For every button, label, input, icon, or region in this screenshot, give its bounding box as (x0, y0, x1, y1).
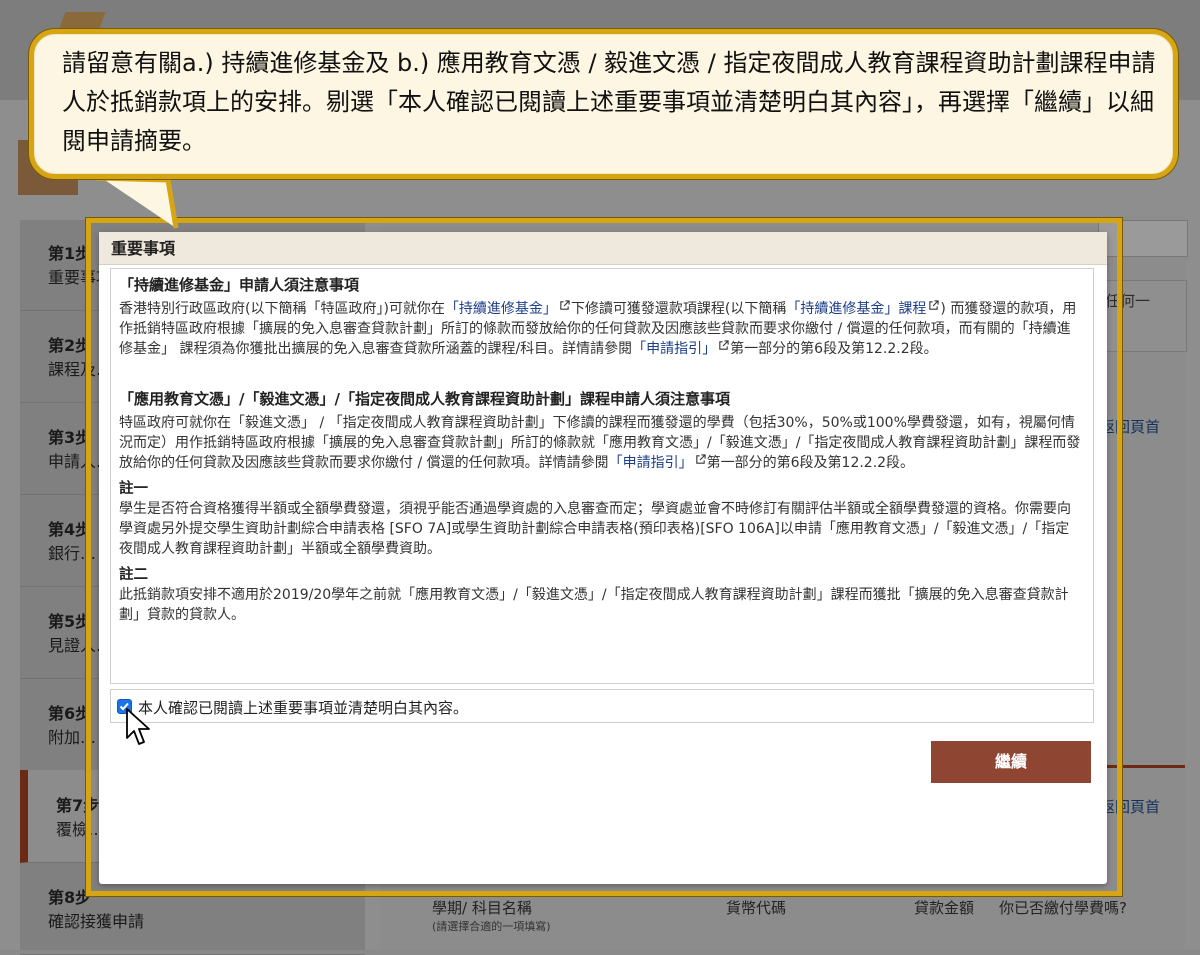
important-notice-dialog: 重要事項 「持續進修基金」申請人須注意事項 香港特別行政區政府(以下簡稱「特區政… (99, 232, 1107, 884)
step-number: 第1步 (48, 244, 92, 263)
external-link-icon (719, 340, 729, 350)
table-header-note: (請選擇合適的一項填寫) (432, 920, 551, 933)
table-header-currency: 貨幣代碼 (726, 899, 787, 917)
note-title: 註一 (119, 481, 148, 497)
guidance-notes-link[interactable]: 「申請指引」 (609, 455, 693, 471)
cef-course-link[interactable]: 「持續進修基金」課程 (786, 301, 926, 317)
text: 第一部分的第6段及第12.2.2段。 (706, 455, 915, 471)
step-number: 第6步 (48, 704, 92, 723)
table-header-term: 學期/ 科目名稱 (432, 899, 532, 917)
section-title: 「持續進修基金」申請人須注意事項 (119, 276, 360, 294)
note-title: 註二 (119, 567, 148, 583)
external-link-icon (560, 300, 570, 310)
text: 第一部分的第6段及第12.2.2段。 (730, 341, 938, 357)
note-text: 學生是否符合資格獲得半額或全額學費發還，須視乎能否通過學資處的入息審查而定；學資… (119, 501, 1071, 557)
dialog-title: 重要事項 (99, 232, 1107, 265)
note-text: 此抵銷款項安排不適用於2019/20學年之前就「應用教育文憑」/「毅進文憑」/「… (119, 587, 1069, 623)
section-title: 「應用教育文憑」/「毅進文憑」/「指定夜間成人教育課程資助計劃」課程申請人須注意… (119, 390, 730, 408)
text: 下修讀可獲發還款項課程(以下簡稱 (570, 301, 787, 317)
step-label: 確認接獲申請 (48, 912, 145, 931)
step-number: 第2步 (48, 336, 92, 355)
callout-tail (95, 174, 184, 229)
instruction-text: 請留意有關a.) 持續進修基金及 b.) 應用教育文憑 / 毅進文憑 / 指定夜… (62, 49, 1156, 155)
text: 香港特別行政區政府(以下簡稱「特區政府」)可就你在 (119, 301, 445, 317)
step-number: 第5步 (48, 612, 92, 631)
dialog-content: 「持續進修基金」申請人須注意事項 香港特別行政區政府(以下簡稱「特區政府」)可就… (110, 268, 1094, 684)
text: 特區政府可就你在「毅進文憑」 / 「指定夜間成人教育課程資助計劃」下修讀的課程而… (119, 415, 1081, 471)
step-number: 第8步 (48, 888, 92, 907)
confirm-label[interactable]: 本人確認已閱讀上述重要事項並清楚明白其內容。 (138, 697, 468, 718)
mouse-cursor-icon (126, 708, 150, 745)
step-number: 第3步 (48, 428, 92, 447)
external-link-icon (929, 300, 940, 310)
section-paragraph: 特區政府可就你在「毅進文憑」 / 「指定夜間成人教育課程資助計劃」下修讀的課程而… (119, 413, 1083, 473)
external-link-icon (695, 454, 706, 464)
cef-link[interactable]: 「持續進修基金」 (445, 301, 557, 317)
section-paragraph: 香港特別行政區政府(以下簡稱「特區政府」)可就你在「持續進修基金」 下修讀可獲發還… (119, 299, 1083, 359)
step-number: 第4步 (48, 520, 92, 539)
confirm-row: 本人確認已閱讀上述重要事項並清楚明白其內容。 (110, 689, 1094, 723)
table-header-paid: 你已否繳付學費嗎? (999, 899, 1127, 917)
continue-button[interactable]: 繼續 (931, 741, 1091, 783)
table-header-amount: 貸款金額 (914, 899, 975, 917)
guidance-notes-link[interactable]: 「申請指引」 (632, 341, 716, 357)
